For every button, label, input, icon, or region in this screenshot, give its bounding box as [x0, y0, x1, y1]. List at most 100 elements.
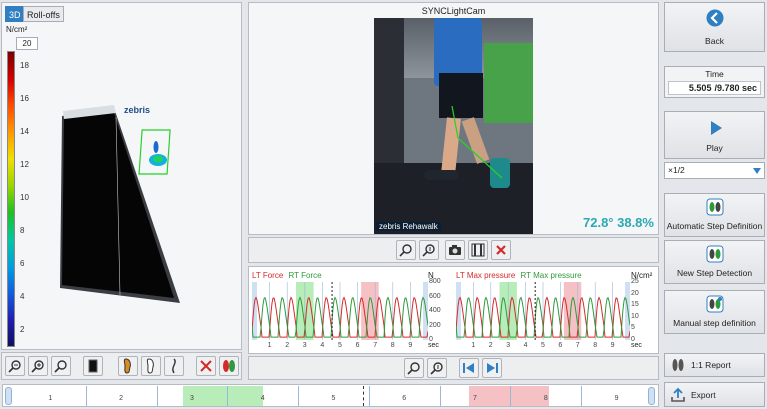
play-button[interactable]: Play — [664, 111, 765, 159]
scale-max-field[interactable]: 20 — [16, 37, 38, 50]
export-icon — [671, 387, 685, 402]
lt-pressure-label: LT Max pressure — [456, 271, 516, 280]
view-2d-button[interactable] — [83, 356, 103, 376]
zoom-fit-button[interactable] — [51, 356, 71, 376]
scale-label: 10 — [20, 193, 29, 202]
foot-view-button-2[interactable] — [141, 356, 161, 376]
scale-label: 6 — [20, 259, 25, 268]
video-zoom-out-button[interactable] — [396, 240, 416, 260]
timeline[interactable]: 1 2 3 4 5 6 7 8 9 — [2, 384, 659, 407]
speed-select[interactable]: ×1/2 — [664, 162, 765, 179]
chevron-down-icon — [753, 168, 761, 174]
snapshot-button[interactable] — [445, 240, 465, 260]
x-tick-label: 3 — [506, 342, 511, 349]
automatic-step-button[interactable]: Automatic Step Definition — [664, 193, 765, 237]
x-tick-label: 4 — [523, 342, 528, 349]
chart-zoom-out-button[interactable] — [404, 358, 424, 378]
scale-label: 16 — [20, 94, 29, 103]
gait-line-button[interactable] — [164, 356, 184, 376]
video-frame[interactable]: zebris Rehawalk — [374, 18, 533, 234]
x-tick-label: 9 — [610, 342, 615, 349]
color-scale-bar — [7, 51, 15, 347]
magnifier-minus-icon — [399, 244, 412, 257]
y-tick-label: 20 — [631, 289, 639, 297]
x-tick-label: 1 — [267, 342, 272, 349]
timeline-handle-right[interactable] — [648, 387, 655, 405]
video-split-button[interactable] — [468, 240, 488, 260]
pressure-x-unit: sec — [631, 342, 642, 349]
tab-3d[interactable]: 3D — [5, 6, 25, 22]
video-zoom-in-button[interactable] — [419, 240, 439, 260]
timeline-separator — [368, 386, 370, 406]
timeline-separator — [581, 386, 583, 406]
magnifier-plus-icon — [422, 244, 435, 257]
timeline-band-red — [469, 386, 549, 406]
step-forward-button[interactable] — [482, 358, 502, 378]
x-tick-label: 7 — [373, 342, 378, 349]
pressure-platform-3d[interactable] — [52, 103, 202, 308]
timeline-cursor[interactable] — [363, 386, 364, 406]
timeline-label: 5 — [331, 395, 336, 402]
time-readout: 5.505/9.780 sec — [668, 81, 761, 95]
force-chart[interactable] — [252, 282, 428, 340]
automatic-step-label: Automatic Step Definition — [666, 221, 763, 231]
magnifier-icon — [54, 360, 67, 373]
zoom-in-button[interactable] — [28, 356, 48, 376]
scale-label: 4 — [20, 292, 25, 301]
time-box: Time 5.505/9.780 sec — [664, 66, 765, 98]
report-feet-icon — [672, 359, 684, 371]
magnifier-minus-icon — [407, 362, 420, 375]
zoom-out-button[interactable] — [5, 356, 25, 376]
y-tick-label: 10 — [631, 312, 639, 320]
scale-label: 18 — [20, 61, 29, 70]
back-button[interactable]: Back — [664, 2, 765, 52]
y-tick-label: 25 — [631, 278, 639, 285]
x-tick-label: 6 — [558, 342, 563, 349]
force-chart-legend: LT Force RT Force — [252, 271, 322, 280]
video-close-button[interactable] — [491, 240, 511, 260]
new-step-detection-button[interactable]: New Step Detection — [664, 240, 765, 284]
y-tick-label: 15 — [631, 301, 639, 309]
speed-value: ×1/2 — [668, 165, 685, 175]
timeline-label: 1 — [48, 395, 53, 402]
time-label: Time — [705, 69, 724, 79]
pressure-chart[interactable] — [456, 282, 630, 340]
y-tick-label: 800 — [429, 278, 441, 285]
split-frame-icon — [471, 243, 485, 257]
play-label: Play — [706, 143, 723, 153]
back-label: Back — [705, 36, 724, 46]
step-forward-icon — [487, 363, 498, 373]
timeline-separator — [298, 386, 300, 406]
feet-toggle-button[interactable] — [219, 356, 239, 376]
x-tick-label: 7 — [575, 342, 580, 349]
timeline-handle-left[interactable] — [5, 387, 12, 405]
play-icon — [711, 121, 722, 135]
scale-label: 14 — [20, 127, 29, 136]
camera-icon — [449, 245, 461, 255]
rectangle-icon — [88, 359, 98, 373]
timeline-separator — [156, 386, 158, 406]
lt-force-label: LT Force — [252, 271, 284, 280]
step-back-button[interactable] — [459, 358, 479, 378]
export-button[interactable]: Export — [664, 382, 765, 407]
chart-zoom-in-button[interactable] — [427, 358, 447, 378]
foot-view-button-1[interactable] — [118, 356, 138, 376]
report-button[interactable]: 1:1 Report — [664, 353, 765, 377]
pressure-unit-label: N/cm² — [6, 25, 28, 34]
feet-manual-icon — [706, 295, 724, 313]
x-tick-label: 9 — [408, 342, 413, 349]
scale-label: 8 — [20, 226, 25, 235]
foot-outline-icon — [146, 358, 154, 374]
time-current: 5.505 — [688, 83, 712, 93]
x-tick-label: 5 — [541, 342, 545, 349]
report-label: 1:1 Report — [691, 360, 731, 370]
pressure-3d-panel: 3D Roll-offs N/cm² 20 18 16 14 12 10 8 6 4 2 zeb… — [1, 2, 242, 350]
magnifier-plus-icon — [31, 360, 44, 373]
delete-step-button[interactable] — [196, 356, 216, 376]
export-label: Export — [691, 390, 716, 400]
timeline-label: 2 — [119, 395, 124, 402]
video-panel: SYNCLightCam zebris Rehawalk 72.8° 38.8% — [248, 2, 659, 235]
tab-rolloffs[interactable]: Roll-offs — [23, 6, 64, 22]
manual-step-button[interactable]: Manual step definition — [664, 290, 765, 334]
manual-step-label: Manual step definition — [673, 318, 756, 328]
